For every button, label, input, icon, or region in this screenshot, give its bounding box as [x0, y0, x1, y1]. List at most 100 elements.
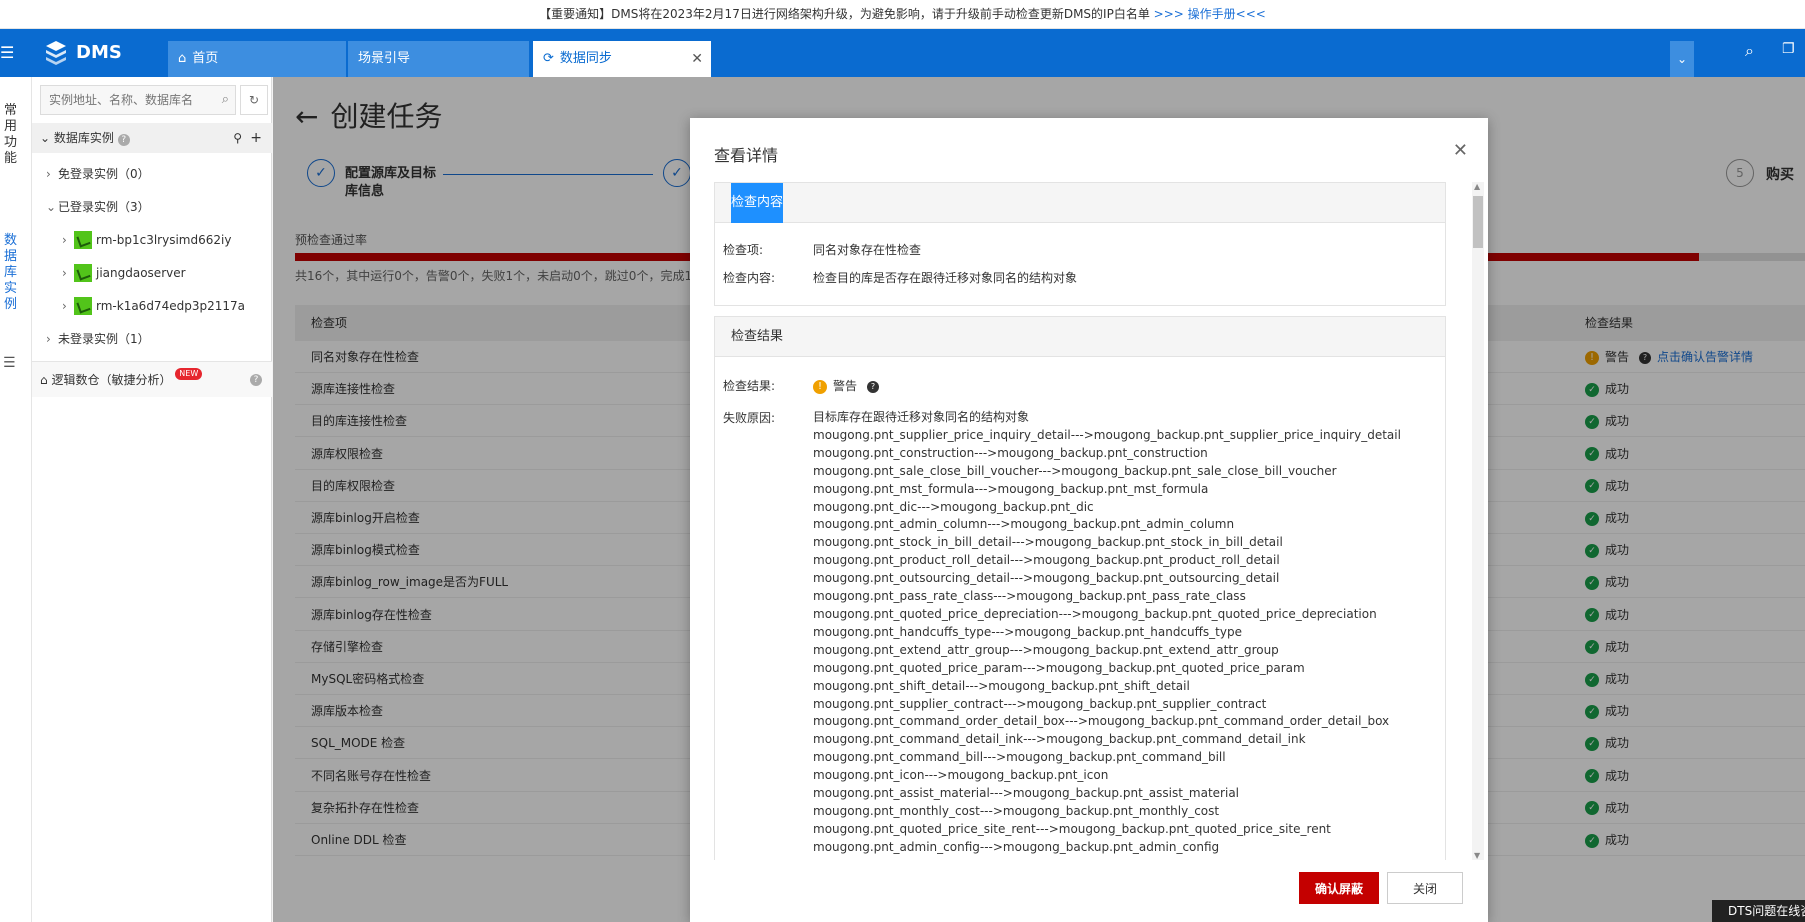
result-value: 警告 — [833, 379, 858, 393]
db-instance-header-label: 数据库实例 — [53, 131, 114, 145]
tree-group-label: 未登录实例（1） — [58, 332, 150, 346]
fail-reason-line: mougong.pnt_product_roll_detail--->mougo… — [813, 553, 1280, 568]
fail-reason-line: 目标库存在跟待迁移对象同名的结构对象 — [813, 410, 1030, 424]
modal-scrollbar[interactable]: ▲ ▼ — [1472, 182, 1484, 860]
instance-name: rm-bp1c3lrysimd662iy — [96, 233, 232, 247]
chevron-down-icon[interactable]: ⌄ — [40, 131, 50, 145]
tab-label: 场景引导 — [358, 51, 411, 66]
tree-group-label: 已登录实例（3） — [58, 200, 150, 214]
tab-label: 首页 — [192, 51, 219, 66]
field-value: ! 警告? — [813, 377, 885, 395]
modal-body: 检查内容 检查项: 同名对象存在性检查 检查内容: 检查目的库是否存在跟待迁移对… — [714, 182, 1446, 860]
help-icon[interactable]: ? — [250, 374, 262, 386]
scrollbar-thumb[interactable] — [1473, 196, 1483, 248]
new-badge: NEW — [175, 368, 203, 380]
field-label: 检查项: — [723, 243, 764, 257]
field-label: 失败原因: — [723, 411, 776, 425]
field-label: 检查内容: — [723, 271, 776, 285]
filter-icon[interactable]: ⚲ — [233, 123, 242, 153]
modal-title: 查看详情 — [714, 146, 779, 165]
mysql-icon — [74, 296, 92, 315]
chevron-down-icon: ⌄ — [46, 200, 57, 214]
tree-instance[interactable]: › jiangdaoserver — [62, 262, 186, 284]
rail-common-functions[interactable]: 常用功能 — [4, 103, 18, 167]
check-result-section: 检查结果 检查结果: ! 警告? 失败原因: 目标库存在跟待迁移对象同名的结构对象… — [714, 316, 1446, 860]
close-icon[interactable]: ✕ — [1453, 140, 1468, 161]
tabs-dropdown-button[interactable]: ⌄ — [1670, 41, 1694, 77]
instance-search-input[interactable] — [41, 86, 211, 114]
fail-reason-line: mougong.pnt_extend_attr_group--->mougong… — [813, 642, 1279, 657]
add-icon[interactable]: + — [250, 123, 262, 153]
home-icon: ⌂ — [40, 373, 48, 387]
fail-reason-line: mougong.pnt_quoted_price_param--->mougon… — [813, 660, 1305, 675]
fail-reason-line: mougong.pnt_supplier_contract--->mougong… — [813, 696, 1267, 711]
fail-reason-line: mougong.pnt_command_detail_ink--->mougon… — [813, 732, 1306, 747]
mysql-icon — [74, 263, 92, 282]
tree-group-not-logged-in[interactable]: › 未登录实例（1） — [46, 328, 150, 350]
search-icon[interactable]: ⌕ — [222, 92, 229, 107]
fail-reason-line: mougong.pnt_supplier_price_inquiry_detai… — [813, 427, 1401, 442]
instance-search: ⌕ — [40, 85, 236, 115]
fail-reason-row: 失败原因: 目标库存在跟待迁移对象同名的结构对象 mougong.pnt_supp… — [715, 409, 1445, 860]
fail-reason-line: mougong.pnt_sale_close_bill_voucher--->m… — [813, 463, 1337, 478]
fail-reason-line: mougong.pnt_pass_rate_class--->mougong_b… — [813, 589, 1246, 604]
scroll-up-icon[interactable]: ▲ — [1474, 182, 1480, 191]
window-icon[interactable]: ❐ — [1782, 41, 1795, 57]
confirm-block-button[interactable]: 确认屏蔽 — [1299, 872, 1379, 904]
field-label: 检查结果: — [723, 379, 776, 393]
search-icon[interactable]: ⌕ — [1745, 41, 1754, 61]
logic-warehouse-item[interactable]: ⌂ 逻辑数仓（敏捷分析） NEW ? — [32, 361, 272, 397]
fail-reason-line: mougong.pnt_construction--->mougong_back… — [813, 445, 1208, 460]
tree-instance[interactable]: › rm-bp1c3lrysimd662iy — [62, 229, 231, 251]
close-button[interactable]: 关闭 — [1387, 872, 1463, 904]
close-icon[interactable]: ✕ — [691, 41, 703, 77]
fail-reason-line: mougong.pnt_command_bill--->mougong_back… — [813, 750, 1226, 765]
fail-reason-line: mougong.pnt_outsourcing_detail--->mougon… — [813, 571, 1280, 586]
tree-instance[interactable]: › rm-k1a6d74edp3p2117a — [62, 295, 245, 317]
refresh-icon: ↻ — [248, 93, 260, 107]
sync-icon: ⟳ — [543, 51, 554, 66]
chevron-right-icon: › — [62, 266, 67, 280]
modal-footer: 确认屏蔽 关闭 — [690, 862, 1488, 922]
chevron-right-icon: › — [46, 332, 51, 346]
help-icon[interactable]: ? — [117, 134, 130, 146]
tab-label: 数据同步 — [559, 51, 612, 66]
dts-online-consult[interactable]: DTS问题在线咨 — [1712, 900, 1805, 922]
tree-group-logged-in[interactable]: ⌄ 已登录实例（3） — [46, 196, 150, 218]
fail-reason-list: 目标库存在跟待迁移对象同名的结构对象 mougong.pnt_supplier_p… — [813, 409, 1401, 857]
section-header: 检查内容 — [715, 183, 1445, 223]
fail-reason-line: mougong.pnt_admin_column--->mougong_back… — [813, 517, 1235, 532]
tab-scene-guide[interactable]: 场景引导 — [348, 41, 529, 77]
section-header: 检查结果 — [715, 317, 1445, 357]
tab-home[interactable]: ⌂ 首页 — [168, 41, 346, 77]
rail-db-instances[interactable]: 数据库实例 — [4, 233, 18, 313]
notice-manual-link[interactable]: >>> 操作手册<<< — [1154, 7, 1266, 21]
mysql-icon — [74, 230, 92, 249]
tree-group-free-login[interactable]: › 免登录实例（0） — [46, 163, 150, 185]
menu-icon[interactable]: ☰ — [0, 43, 16, 63]
field-value: 同名对象存在性检查 — [813, 243, 922, 257]
db-instance-header: ⌄ 数据库实例 ? ⚲ + — [32, 123, 272, 153]
fail-reason-line: mougong.pnt_assist_material--->mougong_b… — [813, 786, 1240, 801]
chevron-right-icon: › — [62, 299, 67, 313]
fail-reason-line: mougong.pnt_admin_config--->mougong_back… — [813, 839, 1220, 854]
tab-data-sync[interactable]: ⟳ 数据同步 ✕ — [533, 41, 711, 77]
left-rail: 常用功能 数据库实例 ☰ — [0, 77, 32, 922]
fail-reason-line: mougong.pnt_shift_detail--->mougong_back… — [813, 678, 1190, 693]
help-icon[interactable]: ? — [867, 380, 880, 393]
brand-name: DMS — [76, 41, 122, 63]
check-content-section: 检查内容 检查项: 同名对象存在性检查 检查内容: 检查目的库是否存在跟待迁移对… — [714, 182, 1446, 306]
chevron-down-icon: ⌄ — [1676, 52, 1688, 66]
list-indent-icon[interactable]: ☰ — [3, 355, 16, 371]
fail-reason-line: mougong.pnt_icon--->mougong_backup.pnt_i… — [813, 768, 1109, 783]
refresh-button[interactable]: ↻ — [240, 85, 268, 115]
scroll-down-icon[interactable]: ▼ — [1474, 851, 1480, 860]
fail-reason-line: mougong.pnt_stock_in_bill_detail--->moug… — [813, 535, 1283, 550]
warning-icon: ! — [813, 379, 827, 394]
fail-reason-line: mougong.pnt_monthly_cost--->mougong_back… — [813, 803, 1220, 818]
fail-reason-line: mougong.pnt_quoted_price_depreciation---… — [813, 606, 1377, 621]
sidebar: ⌕ ↻ ⌄ 数据库实例 ? ⚲ + ›免登录实例（0） ⌄已登录实例（3） ›r… — [32, 77, 272, 922]
home-icon: ⌂ — [178, 51, 187, 66]
fail-reason-line: mougong.pnt_mst_formula--->mougong_backu… — [813, 481, 1209, 496]
dms-logo[interactable]: DMS — [42, 39, 122, 65]
